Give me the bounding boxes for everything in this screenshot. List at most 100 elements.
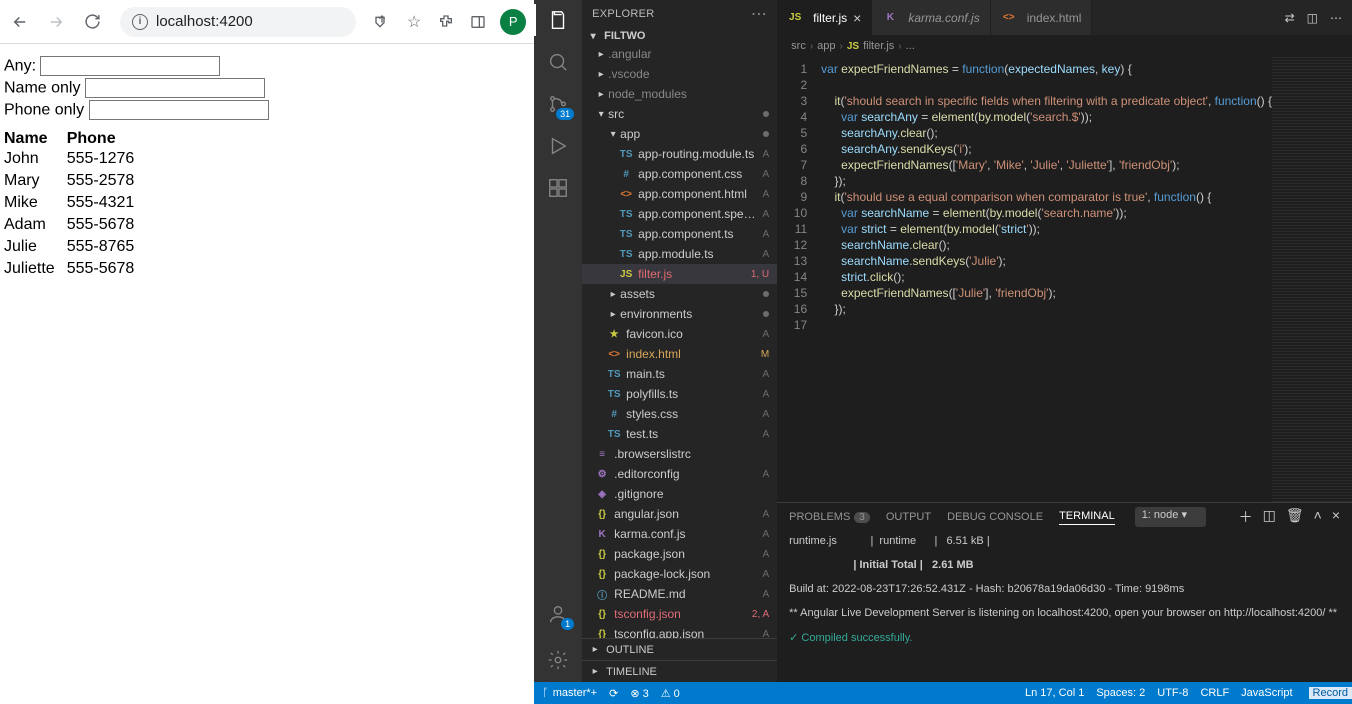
file-item[interactable]: ⓘREADME.mdA — [582, 584, 777, 604]
warnings-status[interactable]: ⚠ 0 — [661, 687, 680, 700]
file-item[interactable]: TSapp-routing.module.tsA — [582, 144, 777, 164]
debug-console-tab[interactable]: DEBUG CONSOLE — [947, 511, 1043, 523]
file-item[interactable]: #app.component.cssA — [582, 164, 777, 184]
close-tab-icon[interactable]: × — [853, 10, 861, 26]
record-status[interactable]: Record — [1309, 687, 1352, 699]
bookmark-icon[interactable]: ☆ — [404, 12, 424, 32]
eol-status[interactable]: CRLF — [1200, 687, 1229, 699]
editor-tab[interactable]: <>index.html — [991, 0, 1093, 35]
file-item[interactable]: {}tsconfig.json2, A — [582, 604, 777, 624]
activity-bar: 31 1 — [534, 0, 582, 682]
address-bar[interactable]: localhost:4200 — [120, 7, 356, 37]
file-tree[interactable]: ▾FILTWO ▸.angular▸.vscode▸node_modules▾s… — [582, 28, 777, 638]
extensions-activity-icon[interactable] — [546, 176, 570, 200]
settings-gear-icon[interactable] — [546, 648, 570, 672]
name-input[interactable] — [85, 78, 265, 98]
explorer-icon[interactable] — [546, 8, 570, 32]
terminal-selector[interactable]: 1: node ▾ — [1135, 507, 1206, 527]
sidepanel-icon[interactable] — [468, 12, 488, 32]
maximize-panel-icon[interactable]: ˄ — [1314, 507, 1322, 527]
branch-status[interactable]: ᚴ master*+ — [542, 687, 597, 699]
sync-status[interactable]: ⟳ — [609, 687, 618, 700]
share-icon[interactable] — [372, 12, 392, 32]
timeline-section[interactable]: ▸TIMELINE — [582, 660, 777, 682]
project-root[interactable]: ▾FILTWO — [582, 28, 777, 44]
scm-badge: 31 — [556, 108, 574, 120]
folder-item[interactable]: ▾app — [582, 124, 777, 144]
site-info-icon[interactable] — [132, 14, 148, 30]
encoding-status[interactable]: UTF-8 — [1157, 687, 1188, 699]
file-item[interactable]: <>app.component.htmlA — [582, 184, 777, 204]
folder-item[interactable]: ▸.angular — [582, 44, 777, 64]
file-item[interactable]: JSfilter.js1, U — [582, 264, 777, 284]
phone-input[interactable] — [89, 100, 269, 120]
any-input[interactable] — [40, 56, 220, 76]
code-content[interactable]: var expectFriendNames = function(expecte… — [817, 57, 1272, 502]
editor-tab[interactable]: JSfilter.js× — [777, 0, 872, 35]
editor-tab[interactable]: Kkarma.conf.js — [872, 0, 990, 35]
spaces-status[interactable]: Spaces: 2 — [1096, 687, 1145, 699]
file-item[interactable]: TSmain.tsA — [582, 364, 777, 384]
split-terminal-icon[interactable]: ◫ — [1263, 507, 1276, 527]
breadcrumb-file-icon: JS — [847, 41, 859, 52]
problems-tab[interactable]: PROBLEMS3 — [789, 511, 870, 523]
file-item[interactable]: TStest.tsA — [582, 424, 777, 444]
terminal-output[interactable]: runtime.js | runtime | 6.51 kB | | Initi… — [777, 531, 1352, 682]
file-item[interactable]: {}angular.jsonA — [582, 504, 777, 524]
folder-item[interactable]: ▸.vscode — [582, 64, 777, 84]
file-item[interactable]: {}package-lock.jsonA — [582, 564, 777, 584]
new-terminal-icon[interactable]: ＋ — [1239, 507, 1253, 527]
editor-area: JSfilter.js×Kkarma.conf.js<>index.html ⇄… — [777, 0, 1352, 682]
file-item[interactable]: {}tsconfig.app.jsonA — [582, 624, 777, 638]
lncol-status[interactable]: Ln 17, Col 1 — [1025, 687, 1084, 699]
table-row: John555-1276 — [4, 148, 146, 170]
terminal-tab[interactable]: TERMINAL — [1059, 510, 1115, 525]
debug-icon[interactable] — [546, 134, 570, 158]
output-tab[interactable]: OUTPUT — [886, 511, 931, 523]
editor-more-icon[interactable]: ⋯ — [1330, 11, 1342, 25]
file-item[interactable]: ≡.browserslistrc — [582, 444, 777, 464]
file-item[interactable]: TSpolyfills.tsA — [582, 384, 777, 404]
compare-icon[interactable]: ⇄ — [1285, 11, 1295, 25]
profile-avatar[interactable]: P — [500, 9, 526, 35]
folder-item[interactable]: ▸node_modules — [582, 84, 777, 104]
table-row: Adam555-5678 — [4, 214, 146, 236]
folder-item[interactable]: ▾src — [582, 104, 777, 124]
close-panel-icon[interactable]: × — [1332, 507, 1340, 527]
file-item[interactable]: TSapp.module.tsA — [582, 244, 777, 264]
outline-section[interactable]: ▸OUTLINE — [582, 638, 777, 660]
reload-button[interactable] — [80, 10, 104, 34]
file-item[interactable]: TSapp.component.spec.tsA — [582, 204, 777, 224]
code-editor[interactable]: 1234567891011121314151617 var expectFrie… — [777, 57, 1352, 502]
search-icon[interactable] — [546, 50, 570, 74]
minimap[interactable] — [1272, 57, 1352, 502]
file-item[interactable]: <>index.htmlM — [582, 344, 777, 364]
name-field-row: Name only — [4, 78, 530, 98]
lang-status[interactable]: JavaScript — [1241, 687, 1292, 699]
browser-toolbar: localhost:4200 ☆ P — [0, 0, 534, 44]
errors-status[interactable]: ⊗ 3 — [630, 687, 648, 700]
file-item[interactable]: {}package.jsonA — [582, 544, 777, 564]
forward-button[interactable] — [44, 10, 68, 34]
explorer-more-icon[interactable]: ⋯ — [751, 4, 767, 24]
file-item[interactable]: TSapp.component.tsA — [582, 224, 777, 244]
file-item[interactable]: Kkarma.conf.jsA — [582, 524, 777, 544]
file-item[interactable]: #styles.cssA — [582, 404, 777, 424]
folder-item[interactable]: ▸assets — [582, 284, 777, 304]
split-icon[interactable]: ◫ — [1307, 11, 1318, 25]
breadcrumbs[interactable]: src› app› JS filter.js› ... — [777, 35, 1352, 57]
file-item[interactable]: ◈.gitignore — [582, 484, 777, 504]
account-icon[interactable]: 1 — [546, 602, 570, 626]
kill-terminal-icon[interactable]: 🗑 — [1286, 507, 1304, 527]
scm-icon[interactable]: 31 — [546, 92, 570, 116]
browser-window: localhost:4200 ☆ P Any: Name only Phone … — [0, 0, 534, 704]
any-field-row: Any: — [4, 56, 530, 76]
line-numbers: 1234567891011121314151617 — [777, 57, 817, 502]
file-item[interactable]: ★favicon.icoA — [582, 324, 777, 344]
back-button[interactable] — [8, 10, 32, 34]
editor-actions: ⇄ ◫ ⋯ — [1275, 0, 1352, 35]
contacts-table: Name Phone John555-1276Mary555-2578Mike5… — [4, 130, 146, 280]
file-item[interactable]: ⚙.editorconfigA — [582, 464, 777, 484]
folder-item[interactable]: ▸environments — [582, 304, 777, 324]
extensions-icon[interactable] — [436, 12, 456, 32]
